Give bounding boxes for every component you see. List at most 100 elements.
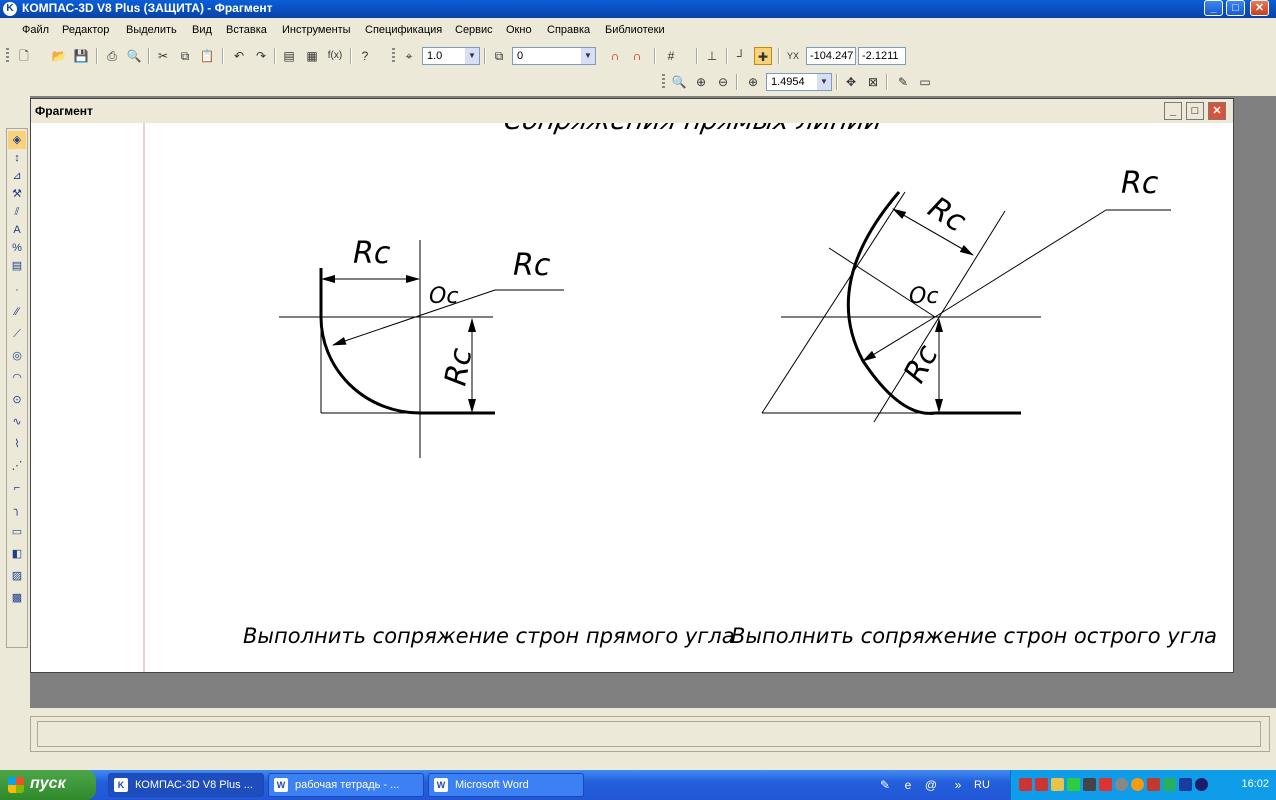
hatch-tool-icon[interactable]: ▨ [8, 567, 26, 585]
redo-icon[interactable]: ↷ [252, 47, 270, 65]
grid-icon[interactable]: # [662, 47, 680, 65]
variables-fx-icon[interactable]: f(x) [326, 47, 344, 65]
toolbar-grip[interactable] [6, 48, 9, 64]
polyline-tool-icon[interactable]: ⋰ [8, 457, 26, 475]
tray-app-icon[interactable] [1147, 778, 1160, 791]
paste-icon[interactable]: 📋 [198, 47, 216, 65]
open-icon[interactable]: 📂 [50, 47, 68, 65]
pan-icon[interactable]: ✥ [842, 73, 860, 91]
bezier-tool-icon[interactable]: ∿ [8, 413, 26, 431]
properties-icon[interactable]: ▦ [303, 47, 321, 65]
tray-app-icon[interactable] [1179, 778, 1192, 791]
local-snap-icon[interactable]: ∩ [628, 47, 646, 65]
menu-insert[interactable]: Вставка [226, 24, 267, 36]
chevron-down-icon[interactable]: ▼ [817, 74, 831, 90]
maximize-button[interactable]: □ [1226, 0, 1245, 16]
toolbar-grip[interactable] [392, 48, 395, 64]
menu-file[interactable]: Файл [22, 24, 49, 36]
menu-specification[interactable]: Спецификация [365, 24, 442, 36]
refresh-icon[interactable]: ✎ [894, 73, 912, 91]
print-preview-icon[interactable]: 🔍 [125, 47, 143, 65]
fragment-minimize-button[interactable]: _ [1164, 102, 1182, 120]
taskbar-item-workbook[interactable]: W рабочая тетрадь - ... [268, 773, 424, 797]
auxiliary-line-icon[interactable]: ⁄⁄ [8, 303, 26, 321]
chevron-down-icon[interactable]: ▼ [465, 48, 479, 64]
help-cursor-icon[interactable]: ? [356, 47, 374, 65]
display-icon[interactable]: ▭ [916, 73, 934, 91]
point-tool-icon[interactable]: · [8, 281, 26, 299]
dimensions-panel-icon[interactable]: ↕ [8, 149, 26, 167]
taskbar-item-kompas[interactable]: K КОМПАС-3D V8 Plus ... [108, 773, 264, 797]
menu-window[interactable]: Окно [506, 24, 532, 36]
zoom-scale-icon[interactable]: ⊕ [744, 73, 762, 91]
contour-tool-icon[interactable]: ◧ [8, 545, 26, 563]
layers-icon[interactable]: ⧉ [490, 47, 508, 65]
toolbar-grip[interactable] [662, 74, 665, 90]
print-icon[interactable]: ⎙ [103, 47, 121, 65]
tray-app-icon[interactable] [1051, 778, 1064, 791]
edit-panel-icon[interactable]: ⚒ [8, 185, 26, 203]
nurbs-tool-icon[interactable]: ⌇ [8, 435, 26, 453]
battery-icon[interactable] [1067, 778, 1080, 791]
snap-magnet-icon[interactable]: ∩ [606, 47, 624, 65]
manager-icon[interactable]: ▤ [280, 47, 298, 65]
undo-icon[interactable]: ↶ [230, 47, 248, 65]
zoom-out-icon[interactable]: ⊖ [714, 73, 732, 91]
quicklaunch-ie-icon[interactable]: e [900, 777, 916, 793]
zoom-window-icon[interactable]: 🔍 [670, 73, 688, 91]
arc-tool-icon[interactable]: ◠ [8, 369, 26, 387]
zoom-combo[interactable]: 1.4954 ▼ [766, 73, 832, 91]
chevron-down-icon[interactable]: ▼ [581, 48, 595, 64]
save-icon[interactable]: 💾 [72, 47, 90, 65]
language-indicator[interactable]: RU [972, 777, 992, 793]
menu-select[interactable]: Выделить [126, 24, 177, 36]
layer-combo[interactable]: 0 ▼ [512, 47, 596, 65]
antivirus-icon[interactable] [1099, 778, 1112, 791]
new-document-icon[interactable]: 🗋 [15, 47, 33, 65]
menu-tools[interactable]: Инструменты [282, 24, 351, 36]
rectangle-tool-icon[interactable]: ▭ [8, 523, 26, 541]
geometry-panel-icon[interactable]: ◈ [8, 131, 26, 149]
menu-help[interactable]: Справка [547, 24, 590, 36]
fillet-tool-icon[interactable]: ╮ [8, 501, 26, 519]
select-panel-icon[interactable]: % [8, 239, 26, 257]
menu-libraries[interactable]: Библиотеки [605, 24, 665, 36]
quicklaunch-tool-icon[interactable]: ✎ [877, 777, 893, 793]
fragment-maximize-button[interactable]: □ [1186, 102, 1204, 120]
menu-edit[interactable]: Редактор [62, 24, 109, 36]
network-disconnected-icon[interactable] [1035, 778, 1048, 791]
ortho-icon[interactable]: ┘ [732, 47, 750, 65]
show-all-icon[interactable]: ⊠ [864, 73, 882, 91]
zoom-in-icon[interactable]: ⊕ [692, 73, 710, 91]
cursor-y-field[interactable]: -2.1211 [858, 47, 906, 65]
round-mode-icon[interactable]: ✚ [754, 47, 772, 65]
close-button[interactable]: ✕ [1250, 0, 1269, 16]
equidistant-tool-icon[interactable]: ▩ [8, 589, 26, 607]
chevron-right-icon[interactable]: » [950, 777, 966, 793]
taskbar-item-word[interactable]: W Microsoft Word [428, 773, 584, 797]
step-combo[interactable]: 1.0 ▼ [422, 47, 480, 65]
local-cs-icon[interactable]: ⊥ [703, 47, 721, 65]
drawing-canvas[interactable]: Сопряжения прямых линий Rc [31, 123, 1233, 672]
quicklaunch-mail-icon[interactable]: @ [923, 777, 939, 793]
segment-tool-icon[interactable]: ⟋ [8, 325, 26, 343]
chamfer-tool-icon[interactable]: ⌐ [8, 479, 26, 497]
ellipse-tool-icon[interactable]: ⊙ [8, 391, 26, 409]
tray-app-icon[interactable] [1131, 778, 1144, 791]
circle-tool-icon[interactable]: ◎ [8, 347, 26, 365]
fragment-close-button[interactable]: ✕ [1208, 102, 1226, 120]
menu-view[interactable]: Вид [192, 24, 212, 36]
tray-app-icon[interactable] [1083, 778, 1096, 791]
tray-app-icon[interactable] [1163, 778, 1176, 791]
network-disconnected-icon[interactable] [1019, 778, 1032, 791]
copy-icon[interactable]: ⧉ [176, 47, 194, 65]
start-button[interactable]: пуск [0, 770, 96, 800]
menu-service[interactable]: Сервис [455, 24, 493, 36]
cursor-x-field[interactable]: -104.247 [806, 47, 856, 65]
cut-icon[interactable]: ✂ [154, 47, 172, 65]
symbols-panel-icon[interactable]: ⊿ [8, 167, 26, 185]
measure-panel-icon[interactable]: A [8, 221, 26, 239]
tray-app-icon[interactable] [1115, 778, 1128, 791]
spec-panel-icon[interactable]: ▤ [8, 257, 26, 275]
parametrize-panel-icon[interactable]: ⫽ [8, 203, 26, 221]
